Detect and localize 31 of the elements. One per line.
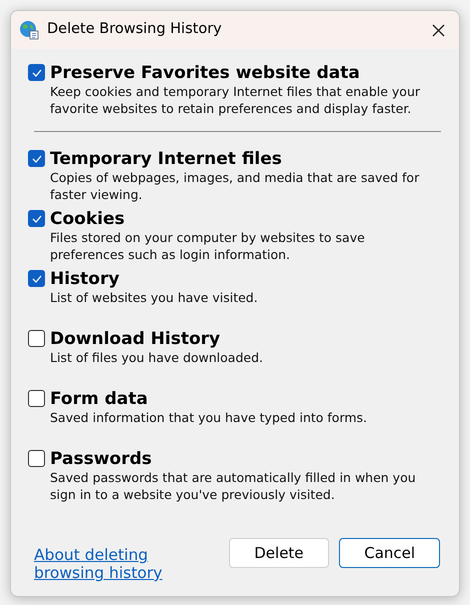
option-description: Saved information that you have typed into forms.: [50, 409, 368, 426]
checkbox[interactable]: [28, 150, 45, 167]
option-label[interactable]: Temporary Internet files: [50, 149, 430, 169]
option-label[interactable]: History: [50, 269, 430, 289]
window-title: Delete Browsing History: [47, 20, 223, 40]
option-label[interactable]: Preserve Favorites website data: [50, 63, 430, 83]
checkbox[interactable]: [28, 210, 45, 227]
cancel-button[interactable]: Cancel: [339, 538, 440, 568]
checkmark-icon: [32, 214, 42, 222]
checkbox[interactable]: [28, 330, 45, 347]
globe-icon: [19, 20, 39, 40]
checkmark-icon: [32, 68, 42, 76]
option-description: Files stored on your computer by websites to save preferences such as login information.: [50, 229, 366, 263]
checkbox[interactable]: [28, 64, 45, 81]
help-link[interactable]: About deleting browsing history: [34, 546, 219, 582]
checkbox[interactable]: [28, 390, 45, 407]
option-description: Copies of webpages, images, and media that are saved for faster viewing.: [50, 169, 420, 203]
checkbox[interactable]: [28, 450, 45, 467]
option-label[interactable]: Passwords: [50, 449, 430, 469]
delete-button[interactable]: Delete: [228, 538, 330, 568]
option-description: List of websites you have visited.: [50, 289, 259, 306]
option-label[interactable]: Cookies: [50, 209, 430, 229]
checkbox[interactable]: [28, 270, 45, 287]
option-description: Keep cookies and temporary Internet files that enable your favorite websites to retain preferences and display faster.: [50, 83, 422, 117]
option-label[interactable]: Form data: [50, 389, 430, 409]
close-icon[interactable]: [432, 24, 445, 36]
checkmark-icon: [32, 274, 42, 282]
option-description: List of files you have downloaded.: [50, 349, 264, 366]
checkmark-icon: [32, 154, 42, 162]
option-label[interactable]: Download History: [50, 329, 430, 349]
option-description: Saved passwords that are automatically filled in when you sign in to a website you've previously visited.: [50, 469, 417, 503]
